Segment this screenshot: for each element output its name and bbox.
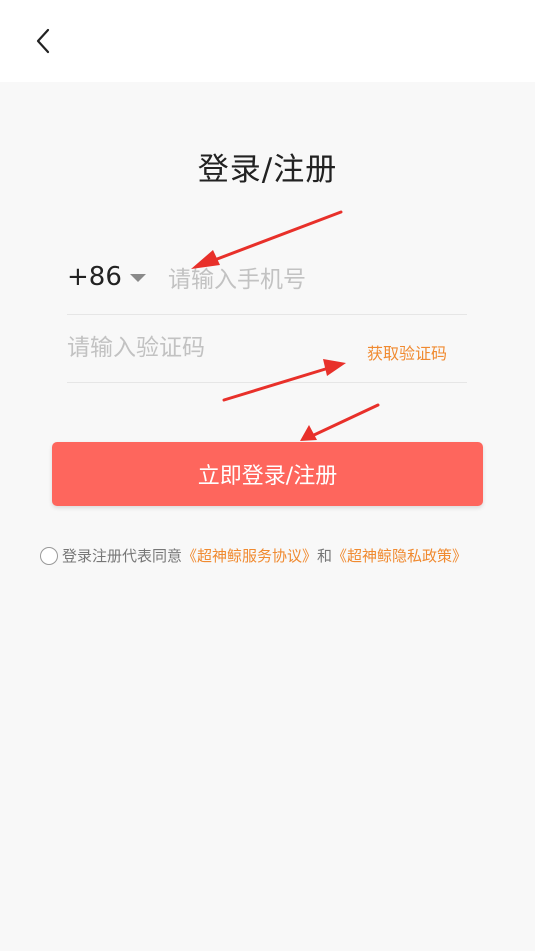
agreement-radio[interactable] [40, 547, 58, 565]
chevron-left-icon [36, 28, 50, 54]
agreement-prefix: 登录注册代表同意 [62, 547, 183, 565]
phone-row: +86 [67, 246, 467, 315]
get-code-button[interactable]: 获取验证码 [367, 340, 447, 364]
service-agreement-link[interactable]: 《超神鲸服务协议》 [182, 547, 317, 565]
code-row: 获取验证码 [67, 314, 467, 383]
login-register-button[interactable]: 立即登录/注册 [52, 442, 483, 506]
country-code-label: +86 [67, 262, 122, 292]
privacy-policy-link[interactable]: 《超神鲸隐私政策》 [332, 547, 467, 565]
phone-input[interactable] [168, 263, 463, 297]
annotation-arrow-button [300, 403, 380, 441]
agreement-text: 登录注册代表同意《超神鲸服务协议》和《超神鲸隐私政策》 [40, 545, 490, 568]
page-title: 登录/注册 [197, 152, 338, 188]
verification-code-input[interactable] [67, 331, 337, 365]
top-bar [0, 0, 535, 82]
agreement-and: 和 [317, 547, 333, 565]
caret-down-icon [129, 274, 146, 282]
country-code-selector[interactable]: +86 [67, 262, 146, 292]
back-button[interactable] [28, 24, 58, 58]
